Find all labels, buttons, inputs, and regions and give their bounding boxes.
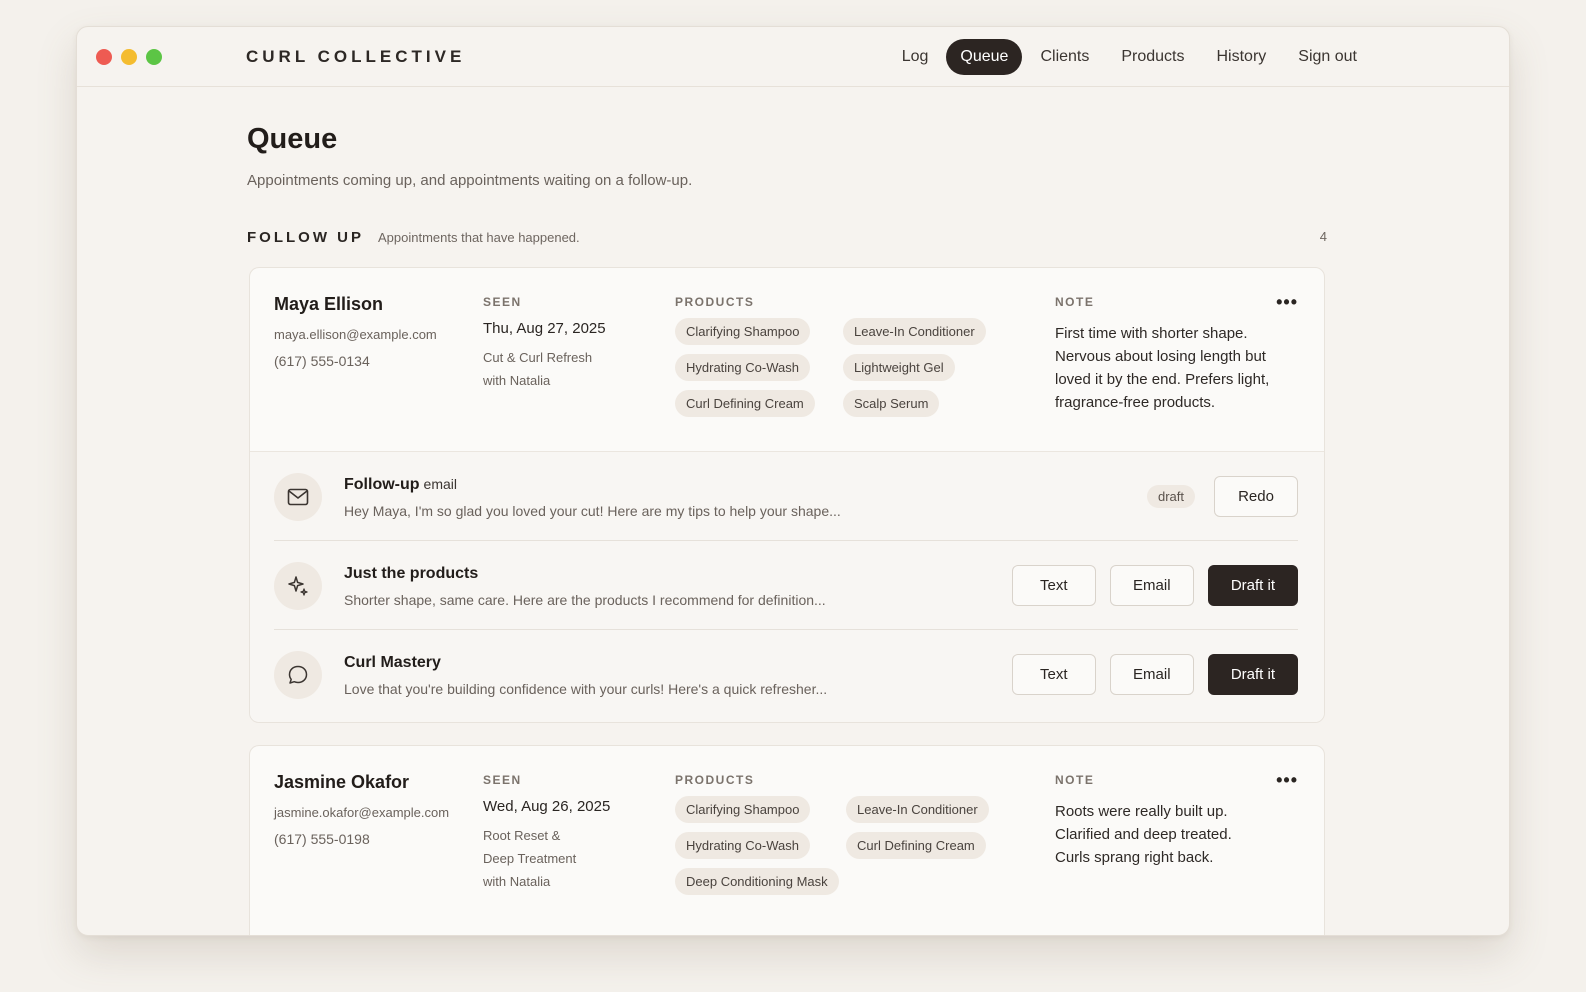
appointment-summary: Maya Ellison maya.ellison@example.com (6… [250,268,1324,451]
client-phone[interactable]: (617) 555-0134 [274,353,437,369]
nav-products[interactable]: Products [1107,39,1198,75]
nav-history[interactable]: History [1203,39,1281,75]
redo-button[interactable]: Redo [1214,476,1298,517]
action-preview[interactable]: Love that you're building confidence wit… [344,681,827,697]
close-window-button[interactable] [96,49,112,65]
more-options-icon[interactable]: ••• [1276,770,1298,791]
product-chip: Curl Defining Cream [846,832,986,859]
products-column: PRODUCTS Clarifying Shampoo Leave-In Con… [675,773,1015,895]
seen-label: SEEN [483,295,522,309]
nav-sign-out[interactable]: Sign out [1284,39,1371,75]
action-kind: email [423,476,457,492]
follow-up-actions: Follow-up email Hey Maya, I'm so glad you… [250,451,1324,722]
action-buttons: draft Redo [1146,476,1298,517]
client-info: Jasmine Okafor jasmine.okafor@example.co… [274,772,449,847]
product-chip: Deep Conditioning Mask [675,868,839,895]
products-label: PRODUCTS [675,295,755,309]
page-title: Queue [247,123,338,155]
service-description: Cut & Curl Refresh with Natalia [483,350,593,388]
appointment-summary: Jasmine Okafor jasmine.okafor@example.co… [250,746,1324,935]
product-chip: Clarifying Shampoo [675,796,811,823]
section-subtitle: Appointments that have happened. [378,230,580,245]
client-email[interactable]: jasmine.okafor@example.com [274,805,449,820]
draft-it-button[interactable]: Draft it [1207,654,1298,695]
title-bar: CURL COLLECTIVE Log Queue Clients Produc… [77,27,1509,87]
action-buttons: Text Email Draft it [1011,565,1298,606]
products-label: PRODUCTS [675,773,755,787]
follow-up-email-row: Follow-up email Hey Maya, I'm so glad you… [274,452,1298,541]
page-subtitle: Appointments coming up, and appointments… [247,172,693,189]
products-column: PRODUCTS Clarifying Shampoo Leave-In Con… [675,295,1015,417]
mail-icon [274,473,322,521]
nav-clients[interactable]: Clients [1026,39,1103,75]
action-title: Just the products [344,565,479,582]
seen-column: SEEN Thu, Aug 27, 2025 Cut & Curl Refres… [483,295,613,392]
appointment-card: Maya Ellison maya.ellison@example.com (6… [249,267,1325,723]
note-label: NOTE [1055,295,1095,309]
service-description: Root Reset & Deep Treatment with Natalia [483,828,577,889]
product-chip: Scalp Serum [843,390,940,417]
more-options-icon[interactable]: ••• [1276,292,1298,313]
main-nav: Log Queue Clients Products History Sign … [888,39,1371,75]
brand-logo[interactable]: CURL COLLECTIVE [246,47,465,67]
product-chip: Hydrating Co-Wash [675,832,810,859]
seen-column: SEEN Wed, Aug 26, 2025 Root Reset & Deep… [483,773,610,893]
client-name[interactable]: Jasmine Okafor [274,772,449,793]
action-title: Curl Mastery [344,654,441,671]
action-preview[interactable]: Hey Maya, I'm so glad you loved your cut… [344,503,841,519]
just-the-products-row: Just the products Shorter shape, same ca… [274,541,1298,630]
product-chip: Clarifying Shampoo [675,318,811,345]
action-title-label: Follow-up [344,476,420,493]
product-chips: Clarifying Shampoo Leave-In Conditioner … [675,318,1015,417]
section-count: 4 [1319,229,1327,244]
appointment-card: Jasmine Okafor jasmine.okafor@example.co… [249,745,1325,935]
client-info: Maya Ellison maya.ellison@example.com (6… [274,294,437,369]
note-text: Roots were really built up. Clarified an… [1055,803,1232,866]
sparkle-icon [274,562,322,610]
note-text: First time with shorter shape. Nervous a… [1055,325,1270,411]
action-preview[interactable]: Shorter shape, same care. Here are the p… [344,592,826,608]
window-controls [96,49,162,65]
maximize-window-button[interactable] [146,49,162,65]
section-title: FOLLOW UP [247,229,364,246]
product-chip: Lightweight Gel [843,354,955,381]
draft-it-button[interactable]: Draft it [1207,565,1298,606]
note-column: NOTE Roots were really built up. Clarifi… [1055,773,1295,869]
seen-label: SEEN [483,773,522,787]
product-chip: Leave-In Conditioner [843,318,986,345]
nav-log[interactable]: Log [888,39,943,75]
client-name[interactable]: Maya Ellison [274,294,437,315]
product-chip: Hydrating Co-Wash [675,354,810,381]
action-text: Curl Mastery Love that you're building c… [344,654,827,697]
seen-date: Thu, Aug 27, 2025 [483,320,606,337]
action-text: Just the products Shorter shape, same ca… [344,565,826,608]
email-button[interactable]: Email [1109,565,1194,606]
chat-bubble-icon [274,651,322,699]
action-title: Follow-up email [344,476,841,494]
nav-queue[interactable]: Queue [946,39,1023,75]
text-button[interactable]: Text [1011,654,1096,695]
app-window: CURL COLLECTIVE Log Queue Clients Produc… [76,26,1510,936]
seen-date: Wed, Aug 26, 2025 [483,798,611,815]
note-label: NOTE [1055,773,1095,787]
text-button[interactable]: Text [1011,565,1096,606]
action-buttons: Text Email Draft it [1011,654,1298,695]
status-badge: draft [1146,485,1195,508]
main-content: Queue Appointments coming up, and appoin… [247,87,1327,935]
client-phone[interactable]: (617) 555-0198 [274,831,449,847]
product-chip: Curl Defining Cream [675,390,815,417]
product-chips: Clarifying Shampoo Leave-In Conditioner … [675,796,1015,895]
follow-up-section-header: FOLLOW UP Appointments that have happene… [247,229,1327,246]
email-button[interactable]: Email [1109,654,1194,695]
client-email[interactable]: maya.ellison@example.com [274,327,437,342]
minimize-window-button[interactable] [121,49,137,65]
curl-mastery-row: Curl Mastery Love that you're building c… [274,630,1298,722]
note-column: NOTE First time with shorter shape. Nerv… [1055,295,1295,414]
action-text: Follow-up email Hey Maya, I'm so glad you… [344,476,841,519]
product-chip: Leave-In Conditioner [846,796,989,823]
